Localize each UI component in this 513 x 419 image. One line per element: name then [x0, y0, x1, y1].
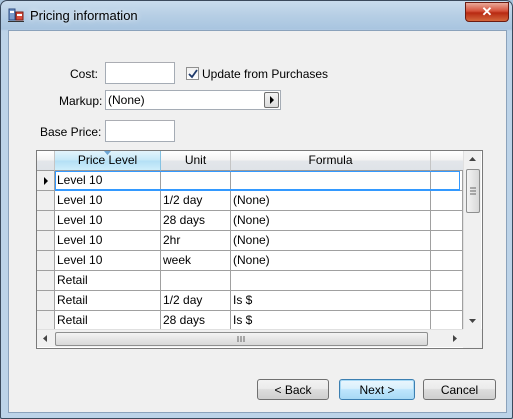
next-button[interactable]: Next > — [339, 379, 415, 400]
cell-filler — [431, 191, 463, 211]
scroll-down-arrow-icon[interactable] — [464, 312, 481, 329]
title-bar: Pricing information ✕ — [1, 1, 512, 30]
row-selector[interactable] — [37, 171, 55, 191]
grid-corner-header — [37, 151, 55, 171]
cell-price-level[interactable]: Level 10 — [55, 191, 161, 211]
chevron-right-icon — [270, 96, 274, 104]
pricing-dialog: Pricing information ✕ Cost: Update from … — [0, 0, 513, 419]
checkmark-icon — [188, 69, 198, 79]
table-row[interactable]: Level 10 week (None) — [37, 251, 482, 271]
cell-unit[interactable]: 1/2 day — [161, 291, 231, 311]
scroll-up-arrow-icon[interactable] — [464, 151, 481, 168]
cell-price-level[interactable]: Retail — [55, 291, 161, 311]
update-from-purchases-checkbox[interactable] — [186, 67, 199, 80]
cost-label: Cost: — [70, 67, 99, 81]
row-selector[interactable] — [37, 291, 55, 311]
update-from-purchases-label: Update from Purchases — [202, 67, 329, 81]
cell-formula[interactable]: (None) — [231, 191, 431, 211]
grip-icon — [470, 187, 476, 195]
cell-price-level[interactable]: Retail — [55, 311, 161, 331]
close-button[interactable]: ✕ — [465, 2, 509, 22]
cell-filler — [431, 311, 463, 331]
cell-price-level[interactable]: Level 10 — [55, 231, 161, 251]
current-row-arrow-icon — [44, 177, 48, 185]
row-selector[interactable] — [37, 211, 55, 231]
row-selector[interactable] — [37, 251, 55, 271]
markup-label: Markup: — [59, 94, 103, 108]
table-row[interactable]: Retail 28 days Is $ — [37, 311, 482, 331]
cell-price-level[interactable]: Level 10 — [55, 251, 161, 271]
scroll-left-arrow-icon[interactable] — [37, 330, 54, 347]
close-icon: ✕ — [481, 4, 493, 19]
column-header-price-level[interactable]: Price Level — [55, 151, 161, 171]
scroll-corner — [463, 329, 482, 348]
column-header-formula[interactable]: Formula — [231, 151, 431, 171]
cell-formula[interactable]: (None) — [231, 211, 431, 231]
markup-value: (None) — [108, 93, 145, 107]
window-title: Pricing information — [30, 8, 138, 23]
markup-select[interactable]: (None) — [105, 90, 281, 110]
grip-icon — [237, 336, 245, 342]
dialog-body: Cost: Update from Purchases Markup: (Non… — [8, 30, 507, 413]
markup-dropdown-button[interactable] — [264, 92, 279, 108]
column-header-filler — [431, 151, 463, 171]
table-row[interactable]: Level 10 28 days (None) — [37, 211, 482, 231]
cell-unit[interactable]: 2hr — [161, 231, 231, 251]
cell-formula[interactable]: Is $ — [231, 291, 431, 311]
cell-price-level[interactable]: Level 10 — [55, 171, 161, 191]
horizontal-scroll-thumb[interactable] — [55, 332, 428, 346]
vertical-scroll-thumb[interactable] — [466, 169, 480, 213]
cell-filler — [431, 231, 463, 251]
cancel-button[interactable]: Cancel — [423, 379, 496, 400]
cell-filler — [431, 171, 463, 191]
back-button[interactable]: < Back — [257, 379, 329, 400]
row-selector[interactable] — [37, 191, 55, 211]
pricing-app-icon — [8, 7, 25, 23]
column-header-unit[interactable]: Unit — [161, 151, 231, 171]
cell-unit[interactable]: 28 days — [161, 211, 231, 231]
scroll-right-arrow-icon[interactable] — [446, 330, 463, 347]
cell-formula[interactable]: (None) — [231, 231, 431, 251]
row-selector[interactable] — [37, 231, 55, 251]
cell-unit[interactable] — [161, 171, 231, 191]
cell-price-level[interactable]: Retail — [55, 271, 161, 291]
table-row[interactable]: Level 10 — [37, 171, 482, 191]
cell-formula[interactable]: (None) — [231, 251, 431, 271]
table-row[interactable]: Retail 1/2 day Is $ — [37, 291, 482, 311]
cost-input[interactable] — [105, 62, 175, 84]
cell-unit[interactable] — [161, 271, 231, 291]
table-row[interactable]: Retail — [37, 271, 482, 291]
cell-unit[interactable]: week — [161, 251, 231, 271]
cell-unit[interactable]: 1/2 day — [161, 191, 231, 211]
horizontal-scrollbar[interactable] — [37, 329, 463, 347]
cell-formula[interactable]: Is $ — [231, 311, 431, 331]
cell-unit[interactable]: 28 days — [161, 311, 231, 331]
cell-filler — [431, 251, 463, 271]
cell-price-level[interactable]: Level 10 — [55, 211, 161, 231]
cell-filler — [431, 271, 463, 291]
row-selector[interactable] — [37, 311, 55, 331]
table-row[interactable]: Level 10 2hr (None) — [37, 231, 482, 251]
base-price-label: Base Price: — [40, 125, 102, 139]
cell-filler — [431, 211, 463, 231]
cell-formula[interactable] — [231, 271, 431, 291]
cell-formula[interactable] — [231, 171, 431, 191]
vertical-scrollbar[interactable] — [463, 151, 481, 329]
table-row[interactable]: Level 10 1/2 day (None) — [37, 191, 482, 211]
row-selector[interactable] — [37, 271, 55, 291]
price-levels-grid[interactable]: Price Level Unit Formula Level 10 Level … — [36, 150, 483, 349]
base-price-input[interactable] — [105, 120, 175, 142]
cell-filler — [431, 291, 463, 311]
sort-arrow-icon — [104, 151, 111, 155]
